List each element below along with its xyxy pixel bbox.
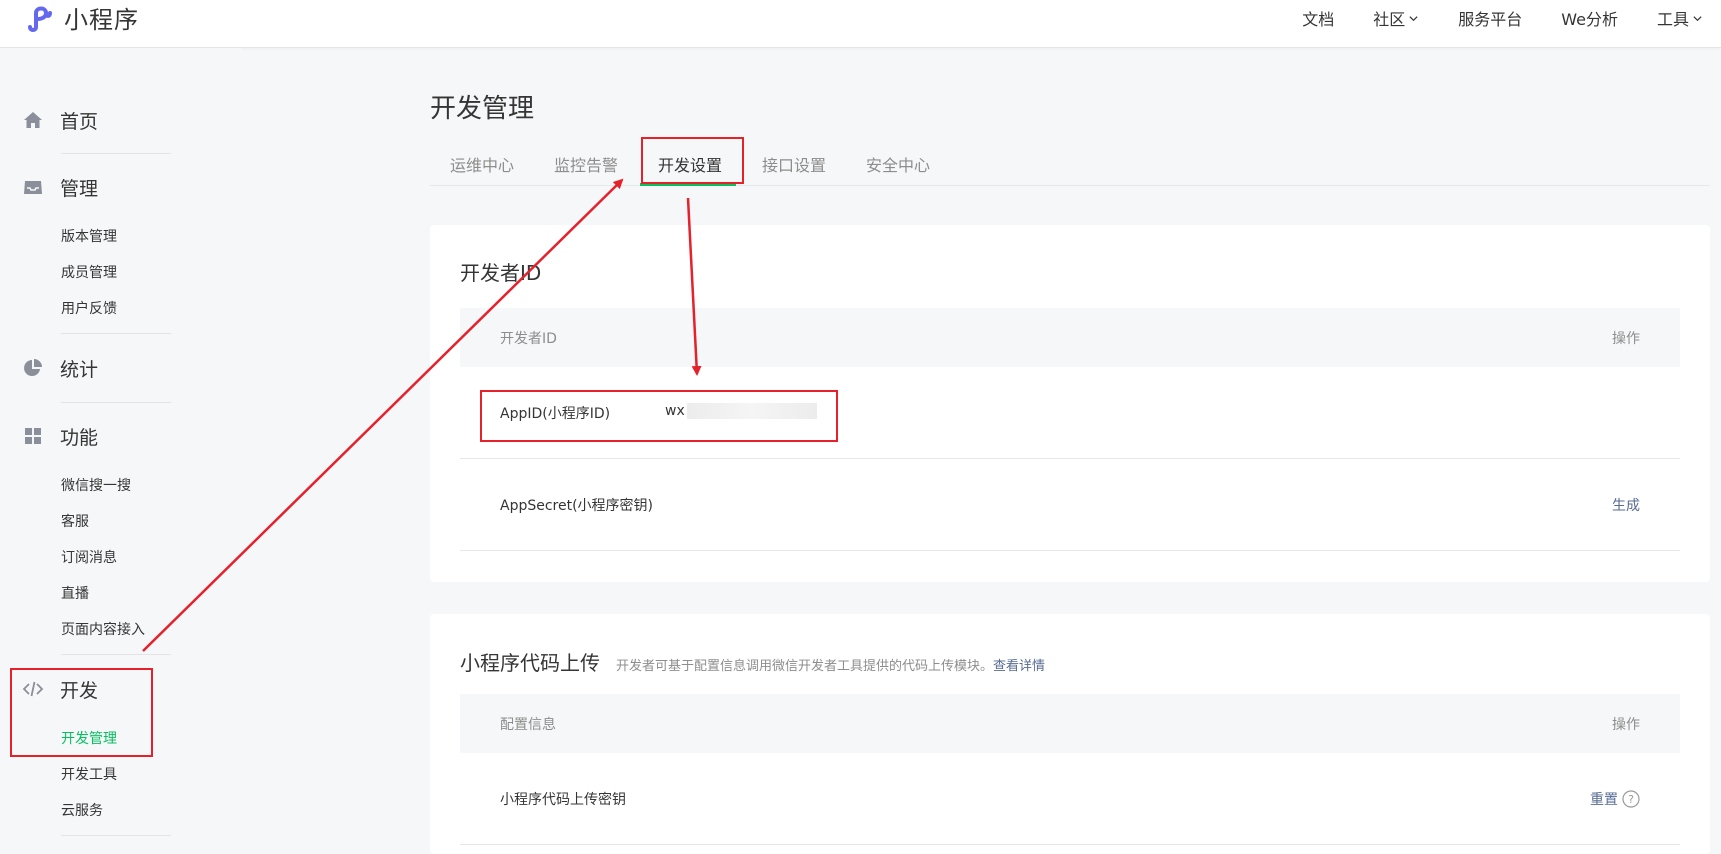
inbox-icon [24,181,42,194]
sidebar-item-customer-service[interactable]: 客服 [61,513,89,531]
topnav-label: 工具 [1656,10,1689,29]
appid-prefix: wx [665,403,685,419]
sidebar-separator [61,333,171,334]
topnav-we-analysis[interactable]: We分析 [1561,6,1618,30]
chevron-down-icon [1693,15,1702,21]
reset-key-button[interactable]: 重置 ? [1590,789,1640,809]
grid-icon [25,428,41,444]
sidebar-item-label: 管理 [60,177,99,200]
sidebar-separator [61,835,171,836]
table-header: 开发者ID 操作 [460,308,1680,367]
brand-name: 小程序 [64,5,139,34]
table-row-appsecret: AppSecret(小程序密钥) 生成 [460,459,1680,551]
tab-dev-settings[interactable]: 开发设置 [658,152,722,176]
section-title: 开发者ID [460,261,542,285]
chevron-down-icon [1409,15,1418,21]
upload-key-label: 小程序代码上传密钥 [500,792,626,808]
topnav-docs[interactable]: 文档 [1302,6,1334,30]
sidebar-item-label: 首页 [60,110,99,133]
sidebar-separator [61,153,171,154]
code-upload-card: 小程序代码上传 开发者可基于配置信息调用微信开发者工具提供的代码上传模块。查看详情… [430,614,1710,854]
tab-security-center[interactable]: 安全中心 [866,152,930,176]
sidebar-item-stats[interactable]: 统计 [22,356,99,381]
sidebar-item-member-manage[interactable]: 成员管理 [61,264,117,282]
topnav-label: 社区 [1373,10,1406,29]
sidebar-item-label: 开发 [60,679,99,702]
sidebar-item-label: 统计 [60,358,99,381]
brand[interactable]: 小程序 [24,0,139,34]
topnav-label: We分析 [1561,10,1618,29]
column-header: 操作 [1612,331,1640,347]
tab-monitor-alert[interactable]: 监控告警 [554,152,618,176]
section-title-text: 小程序代码上传 [460,651,600,675]
tab-api-settings[interactable]: 接口设置 [762,152,826,176]
sidebar-item-manage[interactable]: 管理 [22,175,99,200]
view-details-link[interactable]: 查看详情 [993,659,1045,674]
section-title: 小程序代码上传 开发者可基于配置信息调用微信开发者工具提供的代码上传模块。查看详情 [460,647,1045,676]
sidebar-item-home[interactable]: 首页 [22,108,99,133]
sidebar-item-dev-manage[interactable]: 开发管理 [61,730,117,748]
page-title: 开发管理 [430,94,535,124]
home-icon [24,112,42,128]
topnav-service-platform[interactable]: 服务平台 [1458,6,1522,30]
column-header: 开发者ID [500,331,557,347]
sidebar-item-user-feedback[interactable]: 用户反馈 [61,300,117,318]
sidebar-item-live[interactable]: 直播 [61,585,89,603]
pie-chart-icon [24,359,42,376]
section-description: 开发者可基于配置信息调用微信开发者工具提供的代码上传模块。查看详情 [616,659,1045,674]
top-bar: 小程序 文档 社区 服务平台 We分析 工具 [0,0,1721,48]
sidebar-item-dev-tools[interactable]: 开发工具 [61,766,117,784]
sidebar-item-wechat-search[interactable]: 微信搜一搜 [61,477,131,495]
table-row-upload-key: 小程序代码上传密钥 重置 ? [460,753,1680,845]
sidebar-item-features[interactable]: 功能 [22,424,99,449]
sidebar-item-cloud-service[interactable]: 云服务 [61,802,103,820]
tab-ops-center[interactable]: 运维中心 [450,152,514,176]
sidebar: 首页 管理 版本管理 成员管理 用户反馈 统计 功能 微信搜一搜 客服 订阅消息… [0,48,241,844]
sidebar-item-version-manage[interactable]: 版本管理 [61,228,117,246]
developer-id-card: 开发者ID 开发者ID 操作 AppID(小程序ID) wx AppSecret… [430,225,1710,582]
topnav-label: 文档 [1302,10,1335,29]
generate-secret-button[interactable]: 生成 [1612,495,1640,515]
top-nav: 文档 社区 服务平台 We分析 工具 [1263,0,1703,36]
sidebar-item-label: 功能 [60,426,99,449]
sidebar-separator [61,402,171,403]
tab-bar: 运维中心 监控告警 开发设置 接口设置 安全中心 [430,138,1710,186]
table-header: 配置信息 操作 [460,694,1680,753]
appid-label: AppID(小程序ID) [500,406,611,422]
reset-label: 重置 [1590,792,1618,808]
help-glyph: ? [1628,793,1634,806]
appid-masked-value [686,403,817,419]
active-tab-underline [640,183,736,186]
topnav-label: 服务平台 [1458,10,1523,29]
sidebar-item-dev[interactable]: 开发 [22,677,99,702]
sidebar-item-page-content[interactable]: 页面内容接入 [61,621,145,639]
appid-value[interactable]: wx [665,403,817,419]
description-text: 开发者可基于配置信息调用微信开发者工具提供的代码上传模块。 [616,659,994,674]
column-header: 配置信息 [500,717,556,733]
topnav-community[interactable]: 社区 [1373,6,1419,30]
topnav-tools[interactable]: 工具 [1657,6,1703,30]
table-row-appid: AppID(小程序ID) wx [460,367,1680,459]
mini-program-logo-icon [28,6,52,32]
help-icon[interactable]: ? [1622,790,1640,808]
code-icon [22,681,44,697]
appsecret-label: AppSecret(小程序密钥) [500,498,654,514]
column-header: 操作 [1612,717,1640,733]
sidebar-separator [61,654,171,655]
sidebar-item-subscribe-message[interactable]: 订阅消息 [61,549,117,567]
